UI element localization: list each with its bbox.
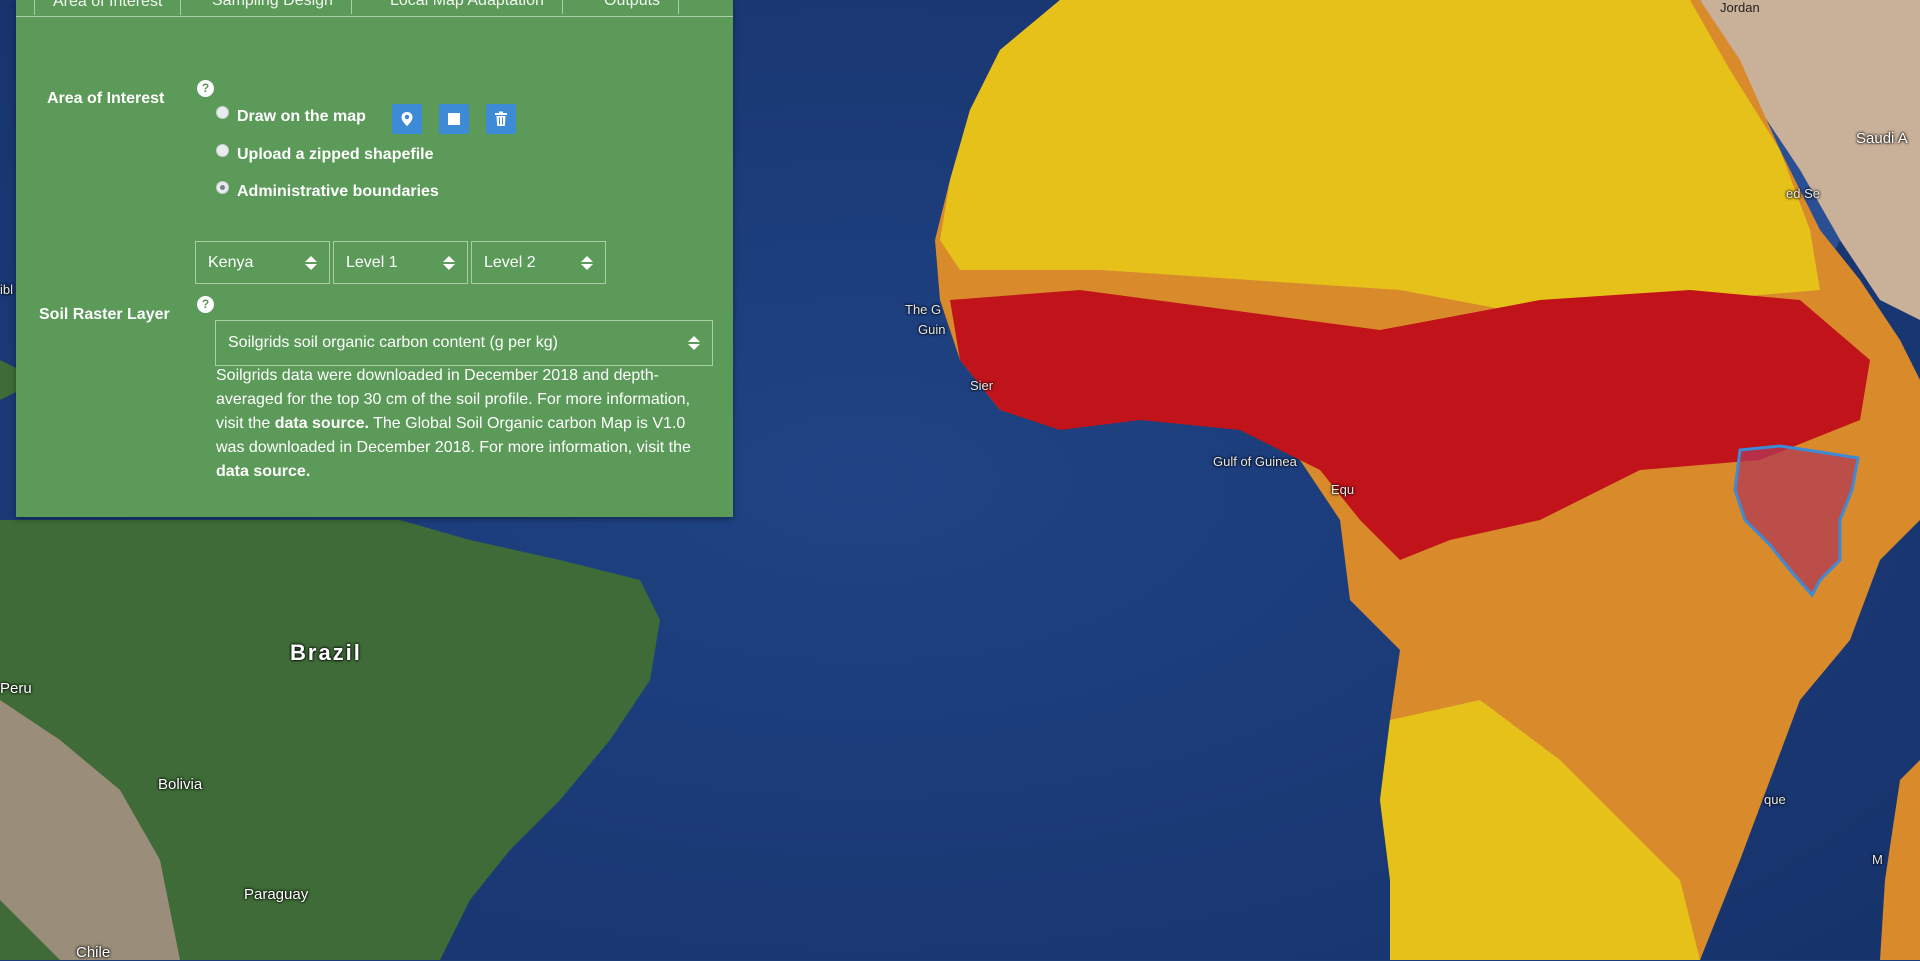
square-icon bbox=[448, 113, 460, 125]
data-source-link-2[interactable]: data source. bbox=[216, 463, 310, 480]
aoi-label: Area of Interest bbox=[47, 90, 165, 107]
map-label-red-sea: ed Se bbox=[1786, 186, 1820, 201]
map-label-chile: Chile bbox=[76, 944, 111, 961]
delete-drawing-button[interactable] bbox=[486, 104, 516, 134]
map-label-caribbean: ibl bbox=[0, 282, 14, 297]
map-label-saudi: Saudi A bbox=[1856, 130, 1908, 147]
data-source-link-1[interactable]: data source. bbox=[275, 415, 369, 432]
tab-bar: Area of Interest Sampling Design Local M… bbox=[16, 0, 733, 17]
soil-raster-select[interactable]: Soilgrids soil organic carbon content (g… bbox=[215, 320, 713, 366]
map-label-paraguay: Paraguay bbox=[244, 886, 309, 903]
country-select-value: Kenya bbox=[208, 253, 254, 271]
radio-admin-label: Administrative boundaries bbox=[237, 183, 439, 200]
select-arrows-icon bbox=[443, 255, 455, 270]
soil-raster-select-value: Soilgrids soil organic carbon content (g… bbox=[228, 334, 558, 351]
map-label-madagascar: M bbox=[1872, 852, 1883, 867]
map-marker-icon bbox=[401, 112, 413, 126]
country-select[interactable]: Kenya bbox=[195, 241, 330, 284]
tab-local-map-adaptation[interactable]: Local Map Adaptation bbox=[372, 0, 563, 14]
control-panel: Area of Interest Sampling Design Local M… bbox=[16, 0, 733, 517]
map-label-bolivia: Bolivia bbox=[158, 776, 203, 793]
level2-select-value: Level 2 bbox=[484, 253, 536, 271]
map-label-brazil: Brazil bbox=[290, 640, 362, 665]
map-label-equatorial: Equ bbox=[1331, 482, 1355, 497]
soil-raster-label: Soil Raster Layer bbox=[39, 306, 170, 323]
draw-rectangle-button[interactable] bbox=[439, 104, 469, 134]
tab-area-of-interest[interactable]: Area of Interest bbox=[34, 0, 182, 15]
radio-upload-label: Upload a zipped shapefile bbox=[237, 146, 434, 163]
trash-icon bbox=[495, 111, 507, 126]
tab-sampling-design[interactable]: Sampling Design bbox=[194, 0, 352, 14]
map-label-gulf-of-guinea: Gulf of Guinea bbox=[1213, 454, 1297, 469]
level1-select-value: Level 1 bbox=[346, 253, 398, 271]
radio-admin-boundaries[interactable]: Administrative boundaries bbox=[216, 180, 439, 201]
select-arrows-icon bbox=[581, 255, 593, 270]
tab-outputs[interactable]: Outputs bbox=[586, 0, 680, 14]
level2-select[interactable]: Level 2 bbox=[471, 241, 606, 284]
soil-help-icon[interactable]: ? bbox=[197, 296, 214, 313]
select-arrows-icon bbox=[305, 255, 317, 270]
radio-draw-label: Draw on the map bbox=[237, 108, 366, 125]
level1-select[interactable]: Level 1 bbox=[333, 241, 468, 284]
draw-point-button[interactable] bbox=[392, 104, 422, 134]
map-label-sierra-leone: Sier bbox=[970, 378, 994, 393]
map-label-the-gambia: The G bbox=[905, 302, 942, 317]
map-label-jordan: Jordan bbox=[1720, 0, 1760, 15]
radio-upload-shapefile[interactable]: Upload a zipped shapefile bbox=[216, 143, 434, 164]
select-arrows-icon bbox=[688, 336, 700, 350]
map-label-peru: Peru bbox=[0, 680, 32, 697]
map-label-guinea: Guin bbox=[918, 322, 946, 337]
radio-draw-on-map[interactable]: Draw on the map bbox=[216, 105, 366, 126]
radio-upload-icon[interactable] bbox=[216, 143, 229, 157]
aoi-help-icon[interactable]: ? bbox=[197, 80, 214, 97]
radio-admin-icon[interactable] bbox=[216, 180, 229, 194]
map-label-mozambique: que bbox=[1764, 792, 1786, 807]
soil-description: Soilgrids data were downloaded in Decemb… bbox=[216, 364, 716, 484]
radio-draw-icon[interactable] bbox=[216, 105, 229, 119]
